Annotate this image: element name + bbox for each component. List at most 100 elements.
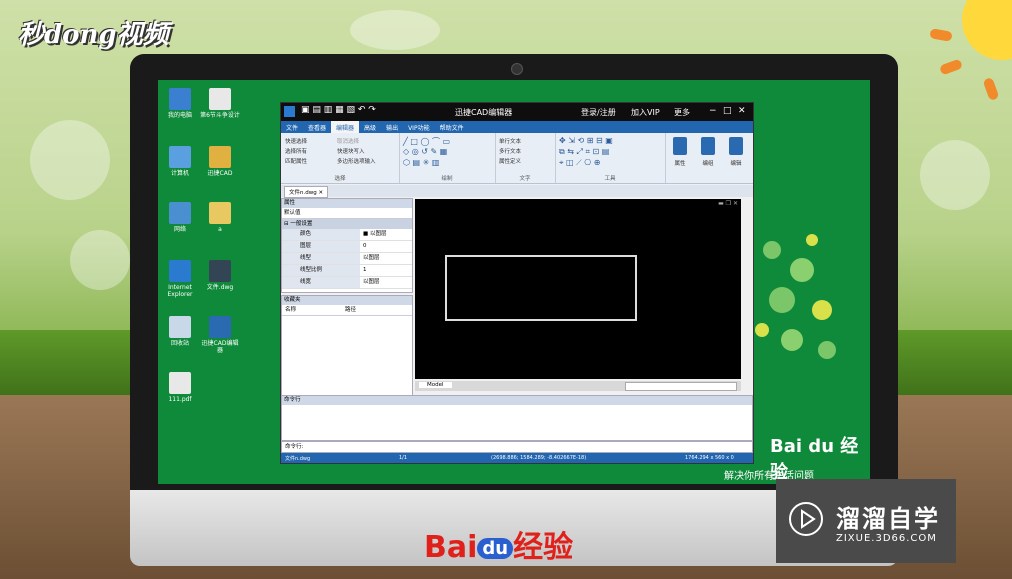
app-icon [284, 106, 295, 117]
status-coords: (2698.886; 1584.289; -8.402667E-18) [491, 455, 587, 461]
ribbon-group-tools: ✥ ⇲ ⟲ ⊞ ⊟ ▣ ⧉ ⇆ ⤢ ⌗ ⊡ ▤ ⌖ ◫ ⟋ ⎔ ⊕ 工具 [555, 133, 666, 183]
property-row[interactable]: 线宽 以图层 [282, 277, 412, 289]
ribbon: 快速选择 选择所有 匹配属性 取消选择 快速块写入 多边形选项输入 选择 ╱ □… [281, 133, 753, 184]
desktop-icon[interactable]: 文件.dwg [200, 260, 240, 291]
desktop-icon[interactable]: 111.pdf [160, 372, 200, 403]
sun-ray [982, 76, 1000, 102]
file-icon [209, 260, 231, 282]
draw-tools-icon[interactable]: ◇ ◎ ↺ ✎ ▦ [403, 147, 447, 156]
quick-access-toolbar[interactable]: ▣ ▤ ▥ ▦ ▧ ↶ ↷ [301, 105, 376, 115]
desktop-icon[interactable]: a [200, 202, 240, 233]
minimize-icon[interactable]: − [709, 106, 717, 116]
col-path: 路径 [345, 307, 357, 313]
property-rows: 颜色 ■ 以图层 图层 0 线型 以图层 线型比例 1 线宽 以图层 [282, 229, 412, 289]
menu-item[interactable]: 帮助文件 [435, 121, 469, 133]
desktop-icon-label: 111.pdf [168, 396, 192, 403]
close-icon[interactable]: ✕ [738, 106, 746, 116]
property-row[interactable]: 图层 0 [282, 241, 412, 253]
ribbon-big-buttons: 属性 编组 编辑 [667, 135, 751, 181]
menu-item[interactable]: VIP功能 [403, 121, 435, 133]
file-icon [209, 146, 231, 168]
properties-title: 属性 [282, 199, 412, 208]
ribbon-big-button[interactable]: 属性 [667, 135, 693, 179]
property-row[interactable]: 线型 以图层 [282, 253, 412, 265]
desktop-icon-label: 文件.dwg [206, 284, 234, 291]
tools-icon[interactable]: ✥ ⇲ ⟲ ⊞ ⊟ ▣ [559, 136, 613, 145]
baidu-bai: Bai [424, 530, 478, 565]
property-value[interactable]: 0 [360, 241, 412, 252]
ribbon-big-button-label: 属性 [674, 161, 686, 167]
desktop-icon[interactable]: 网络 [160, 202, 200, 233]
desktop-icon[interactable]: 第6节斗争设计 [200, 88, 240, 119]
login-button[interactable]: 登录/注册 [581, 107, 616, 118]
bokeh [350, 10, 440, 50]
ribbon-group-text: 单行文本 多行文本 属性定义 文字 [495, 133, 556, 183]
file-icon [169, 88, 191, 110]
polygon-select-button[interactable]: 多边形选项输入 [337, 157, 376, 165]
file-icon [209, 316, 231, 338]
file-icon [169, 146, 191, 168]
document-icon [701, 137, 715, 155]
desktop-icon-label: 网络 [173, 226, 186, 233]
group-label: 绘制 [441, 176, 453, 182]
menu-item[interactable]: 输出 [381, 121, 403, 133]
property-value[interactable]: 以图层 [360, 277, 412, 288]
desktop-icon[interactable]: 迅捷CAD [200, 146, 240, 177]
command-title: 命令行 [282, 396, 752, 405]
desktop-icon[interactable]: 回收站 [160, 316, 200, 347]
desktop-icon-label: 迅捷CAD编辑器 [201, 340, 239, 354]
drawing-canvas[interactable]: ▬ ❐ ✕ [415, 199, 741, 379]
menu-item[interactable]: 查看器 [303, 121, 331, 133]
property-row[interactable]: 颜色 ■ 以图层 [282, 229, 412, 241]
property-row[interactable]: 线型比例 1 [282, 265, 412, 277]
ribbon-big-button-label: 编辑 [730, 161, 742, 167]
menu-item[interactable]: 高级 [359, 121, 381, 133]
doc-tab[interactable]: 文件n.dwg ✕ [284, 186, 329, 198]
property-value[interactable]: ■ 以图层 [360, 229, 412, 240]
canvas-controls[interactable]: ▬ ❐ ✕ [718, 200, 738, 207]
favorites-panel: 收藏夹 名称 路径 [281, 295, 413, 397]
menu-item[interactable]: 文件 [281, 121, 303, 133]
desktop-icon[interactable]: 我的电脑 [160, 88, 200, 119]
deselect-button[interactable]: 取消选择 [337, 137, 359, 145]
properties-filter-select[interactable]: 默认值 [282, 208, 412, 219]
match-props-button[interactable]: 匹配属性 [285, 157, 307, 165]
draw-tools-icon[interactable]: ⬡ ▤ ✳ ▥ [403, 158, 439, 167]
more-button[interactable]: 更多 [674, 107, 690, 118]
quick-select-button[interactable]: 快速选择 [285, 137, 307, 145]
desktop-icon[interactable]: 计算机 [160, 146, 200, 177]
quick-block-button[interactable]: 快速块写入 [337, 147, 365, 155]
ribbon-big-button[interactable]: 编组 [695, 135, 721, 179]
property-value[interactable]: 以图层 [360, 253, 412, 264]
tools-icon[interactable]: ⌖ ◫ ⟋ ⎔ ⊕ [559, 158, 600, 168]
attr-def-button[interactable]: 属性定义 [499, 157, 521, 165]
horizontal-scrollbar[interactable] [625, 382, 737, 391]
command-input-row[interactable]: 命令行: [281, 441, 753, 453]
menu-item[interactable]: 编辑器 [331, 121, 360, 133]
maximize-icon[interactable]: □ [723, 106, 732, 116]
baidu-du: du [477, 538, 514, 559]
tools-icon[interactable]: ⧉ ⇆ ⤢ ⌗ ⊡ ▤ [559, 147, 609, 157]
camera-icon [511, 63, 523, 75]
draw-tools-icon[interactable]: ╱ □ ◯ ⌒ ▭ [403, 136, 450, 147]
property-value[interactable]: 1 [360, 265, 412, 276]
select-all-button[interactable]: 选择所有 [285, 147, 307, 155]
vip-button[interactable]: 加入VIP [631, 107, 660, 118]
title-bar: ▣ ▤ ▥ ▦ ▧ ↶ ↷ 迅捷CAD编辑器 登录/注册 加入VIP 更多 − … [281, 103, 753, 121]
single-text-button[interactable]: 单行文本 [499, 137, 521, 145]
desktop-icon-label: 我的电脑 [167, 112, 192, 119]
status-page: 1/1 [399, 455, 408, 461]
rectangle-shape[interactable] [445, 255, 637, 321]
desktop-icon[interactable]: 迅捷CAD编辑器 [200, 316, 240, 354]
desktop-screen: 我的电脑 第6节斗争设计 计算机 迅捷CAD 网络 a Internet Explorer 文… [158, 80, 870, 484]
ribbon-big-button[interactable]: 编辑 [723, 135, 749, 179]
properties-section[interactable]: ⊟ 一般设置 [282, 219, 412, 229]
favorites-title: 收藏夹 [282, 296, 412, 305]
model-tab[interactable]: Model [419, 382, 452, 388]
desktop-icon[interactable]: Internet Explorer [160, 260, 200, 298]
property-key: 图层 [282, 241, 360, 252]
multi-text-button[interactable]: 多行文本 [499, 147, 521, 155]
desktop-icon-label: a [218, 226, 222, 233]
group-label: 选择 [334, 176, 346, 182]
file-icon [209, 88, 231, 110]
